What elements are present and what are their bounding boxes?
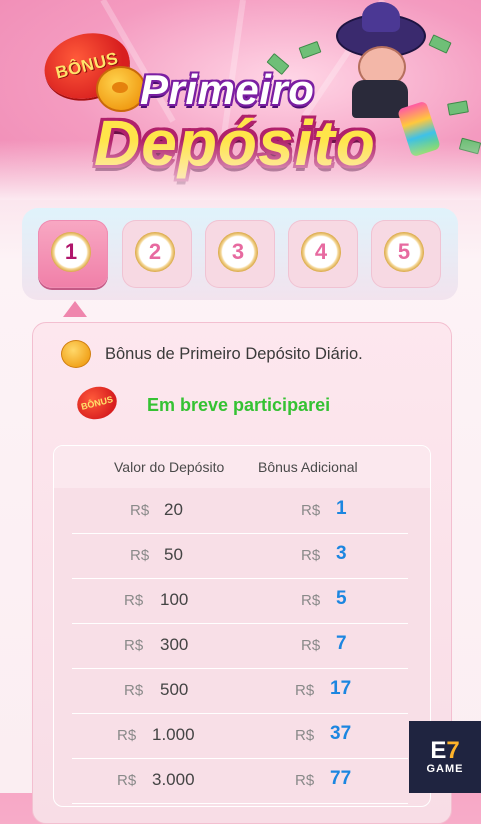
money-bill-icon (428, 34, 452, 54)
deposit-step-tabs: 1 2 3 4 5 (22, 208, 458, 300)
mascot-illustration (336, 2, 426, 118)
step-number: 1 (64, 239, 78, 264)
column-header-bonus: Bônus Adicional (258, 459, 358, 475)
table-row: R$ 100 R$ 5 (72, 578, 408, 624)
coin-icon: 4 (301, 232, 341, 272)
bonus-value: 17 (330, 678, 352, 699)
table-row: R$ 1.000 R$ 37 (72, 713, 408, 759)
money-bill-icon (298, 40, 322, 60)
table-row: R$ 500 R$ 17 (72, 668, 408, 714)
deposit-value: 100 (160, 590, 189, 609)
currency-label: R$ (295, 772, 315, 789)
step-number: 2 (148, 239, 162, 264)
table-header: Valor do Depósito Bônus Adicional (54, 446, 430, 488)
bonus-badge-small-label: BÔNUS (80, 394, 114, 412)
currency-label: R$ (301, 592, 321, 609)
currency-label: R$ (295, 727, 315, 744)
bonus-value: 5 (336, 588, 347, 609)
banner-title-line2: Depósito (94, 107, 376, 179)
deposit-value: 1.000 (152, 725, 195, 744)
coin-icon: 1 (51, 232, 91, 272)
column-header-deposit: Valor do Depósito (114, 459, 225, 475)
step-number: 4 (314, 239, 328, 264)
deposit-value: 3.000 (152, 770, 195, 789)
promo-banner: BÔNUS Primeiro Depósito (0, 0, 481, 200)
step-tab-3[interactable]: 3 (205, 220, 275, 288)
logo-number-7: 7 (446, 737, 460, 764)
bonus-description-row: Bônus de Primeiro Depósito Diário. (61, 340, 363, 368)
logo-wordmark: GAME (426, 763, 464, 775)
table-row: R$ 20 R$ 1 (72, 488, 408, 534)
step-tab-4[interactable]: 4 (288, 220, 358, 288)
coin-icon: 3 (218, 232, 258, 272)
table-row: R$ 50 R$ 3 (72, 533, 408, 579)
bonus-value: 77 (330, 768, 352, 789)
bonus-details-card: Bônus de Primeiro Depósito Diário. BÔNUS… (32, 322, 452, 824)
coin-icon: 2 (135, 232, 175, 272)
currency-label: R$ (130, 547, 150, 564)
currency-label: R$ (295, 682, 315, 699)
bonus-value: 7 (336, 633, 347, 654)
currency-label: R$ (117, 727, 137, 744)
step-number: 5 (397, 239, 411, 264)
currency-label: R$ (301, 637, 321, 654)
currency-label: R$ (301, 502, 321, 519)
bonus-value: 3 (336, 543, 347, 564)
bonus-description: Bônus de Primeiro Depósito Diário. (105, 344, 363, 363)
table-row: R$ 3.000 R$ 77 (72, 758, 408, 804)
bonus-value: 37 (330, 723, 352, 744)
e7-game-logo[interactable]: E7 GAME (409, 721, 481, 793)
pinata-icon (397, 100, 441, 158)
currency-label: R$ (124, 682, 144, 699)
deposit-value: 50 (164, 545, 183, 564)
money-bill-icon (458, 137, 481, 155)
deposit-value: 20 (164, 500, 183, 519)
deposit-value: 500 (160, 680, 189, 699)
active-step-pointer (63, 301, 87, 317)
currency-label: R$ (124, 592, 144, 609)
coin-bag-icon (61, 340, 91, 368)
deposit-value: 300 (160, 635, 189, 654)
bonus-value: 1 (336, 498, 347, 519)
step-tab-2[interactable]: 2 (122, 220, 192, 288)
logo-mark: E7 (430, 739, 459, 763)
bonus-badge-small: BÔNUS (73, 382, 121, 424)
currency-label: R$ (117, 772, 137, 789)
step-tab-5[interactable]: 5 (371, 220, 441, 288)
currency-label: R$ (130, 502, 150, 519)
currency-label: R$ (301, 547, 321, 564)
step-tab-1[interactable]: 1 (38, 220, 108, 288)
step-number: 3 (231, 239, 245, 264)
currency-label: R$ (124, 637, 144, 654)
table-row: R$ 300 R$ 7 (72, 623, 408, 669)
money-bill-icon (447, 100, 469, 116)
participation-status: Em breve participarei (147, 395, 331, 415)
bonus-table: Valor do Depósito Bônus Adicional R$ 20 … (53, 445, 431, 807)
logo-letter-e: E (430, 737, 447, 764)
coin-icon: 5 (384, 232, 424, 272)
